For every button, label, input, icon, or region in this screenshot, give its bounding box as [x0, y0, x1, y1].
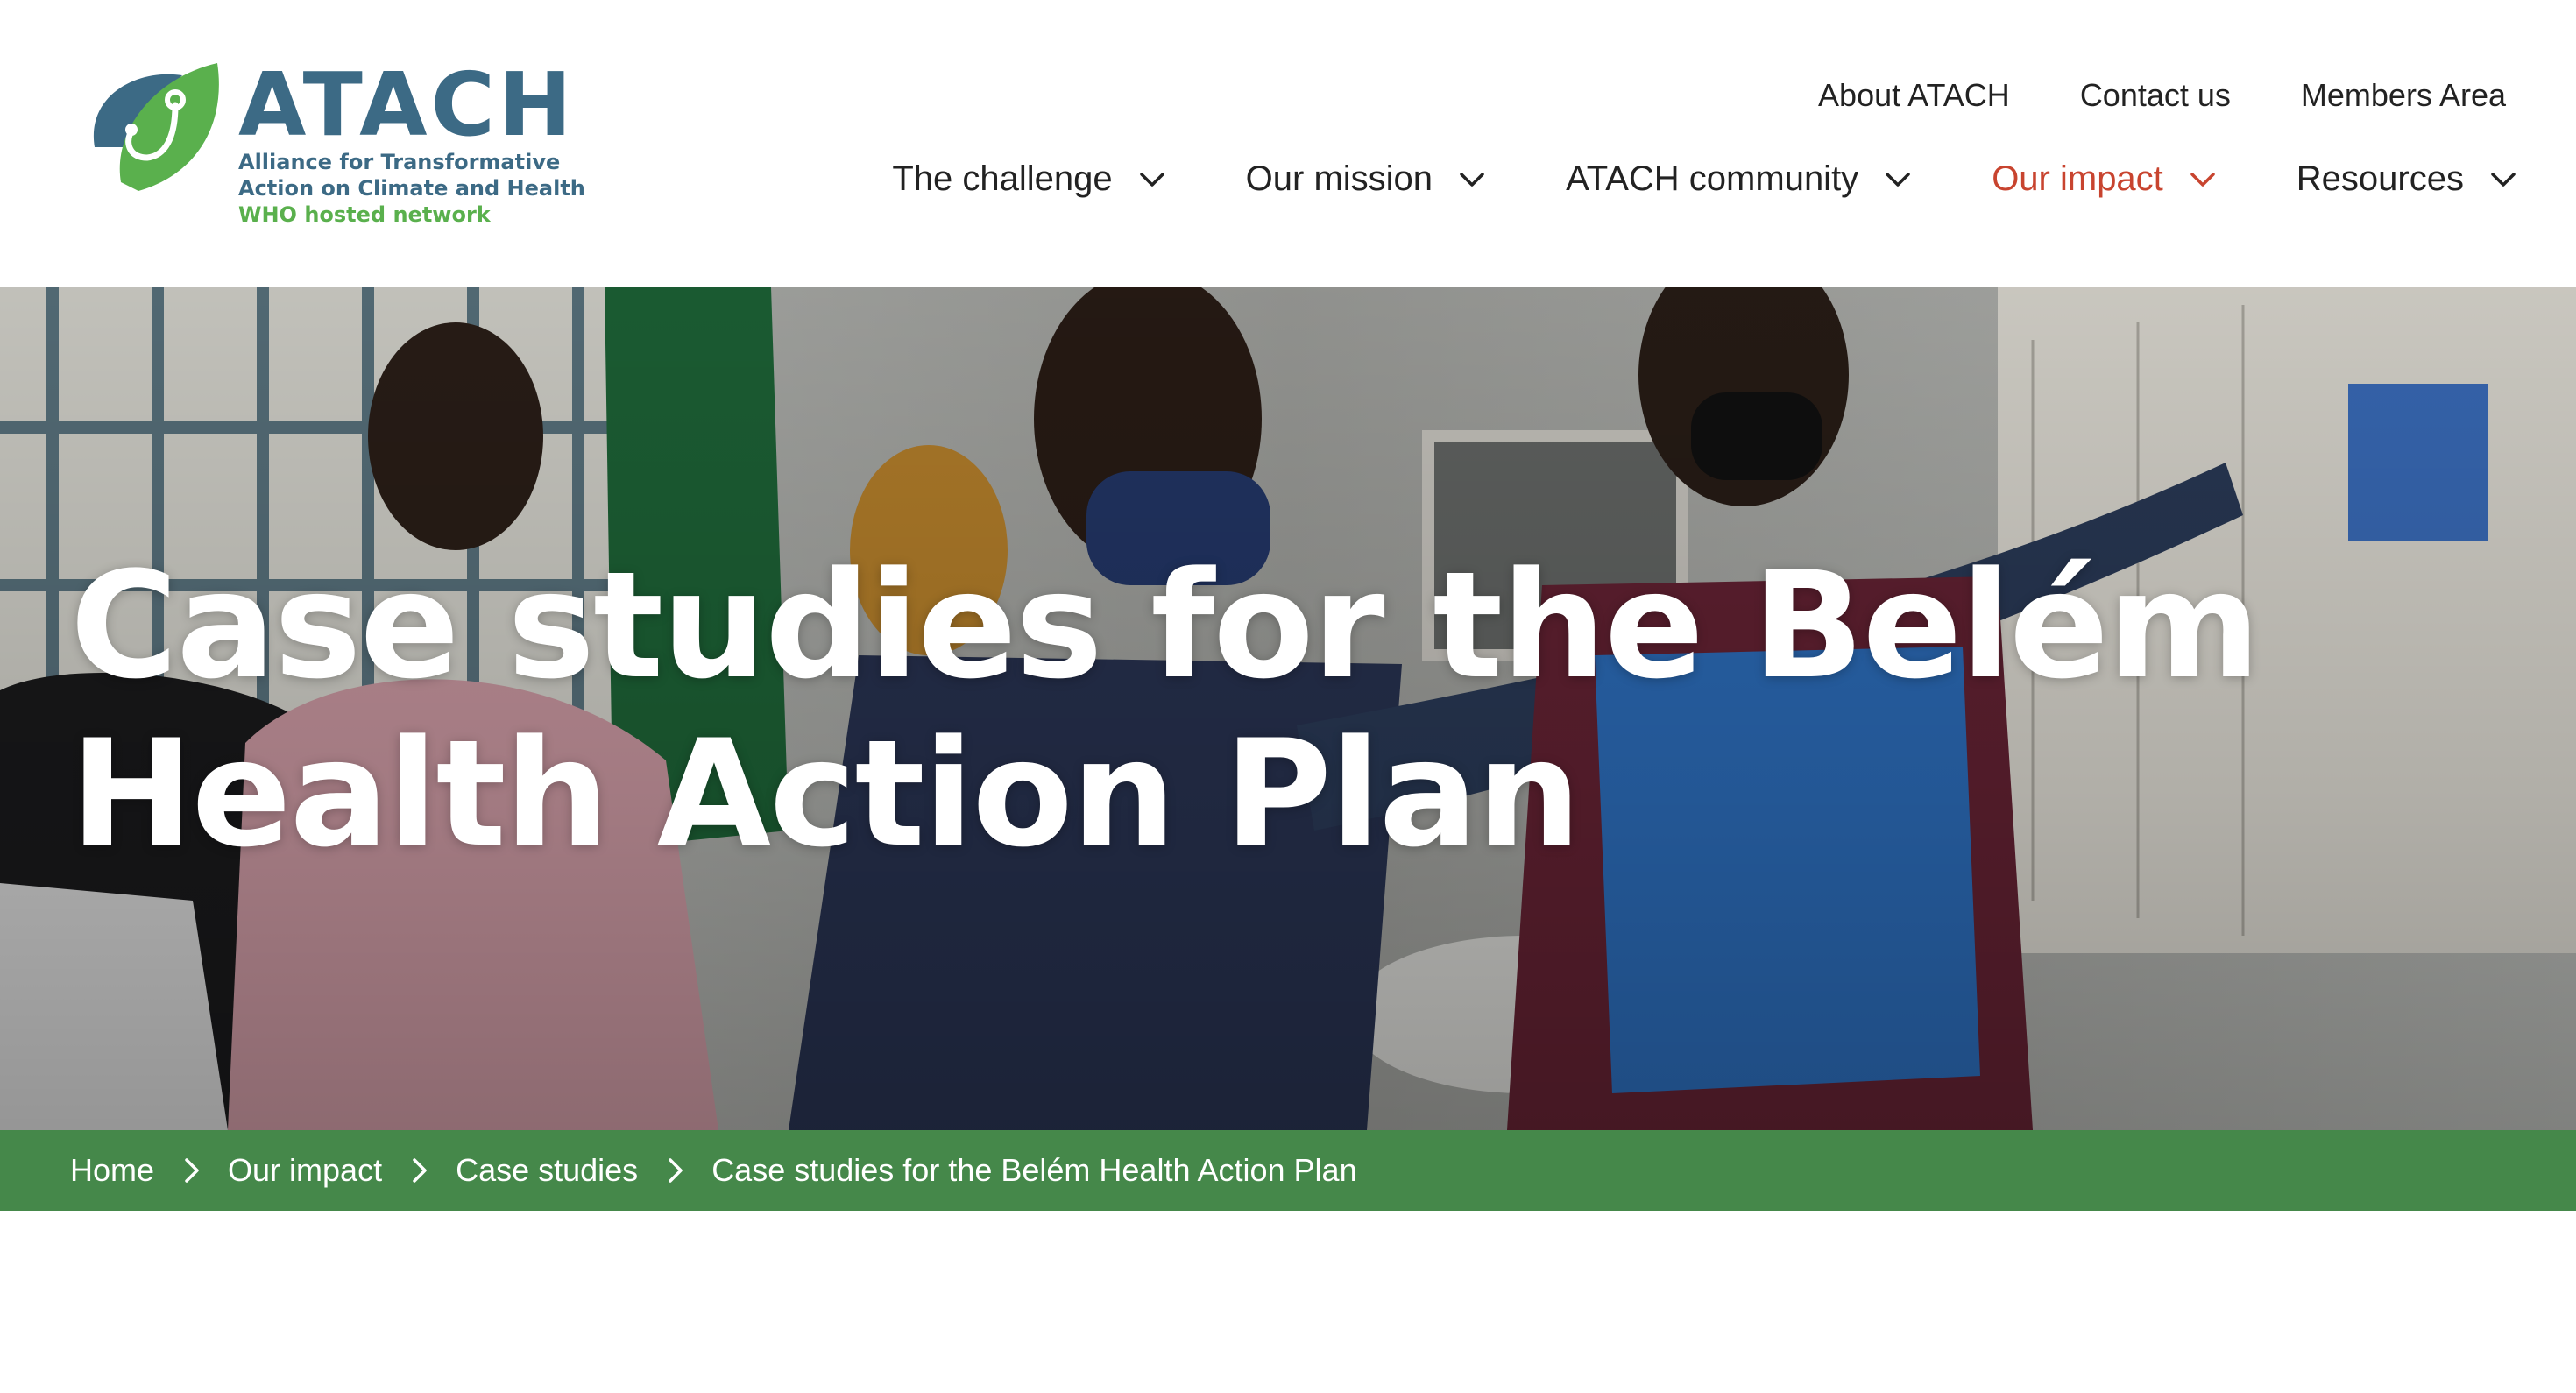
chevron-down-icon	[1139, 172, 1164, 187]
nav-item-label: Our impact	[1992, 159, 2163, 198]
chevron-down-icon	[1886, 172, 1910, 187]
chevron-down-icon	[2190, 172, 2215, 187]
site-header: ATACH Alliance for Transformative Action…	[0, 0, 2576, 287]
top-link-contact[interactable]: Contact us	[2080, 77, 2231, 114]
nav-item-label: ATACH community	[1566, 159, 1859, 198]
top-link-about[interactable]: About ATACH	[1818, 77, 2010, 114]
chevron-right-icon	[413, 1158, 427, 1183]
nav-item-label: Resources	[2296, 159, 2464, 198]
nav-item-community[interactable]: ATACH community	[1566, 159, 1911, 199]
chevron-right-icon	[669, 1158, 683, 1183]
logo-tagline-who: WHO hosted network	[238, 202, 491, 227]
hero-banner: Case studies for the Belém Health Action…	[0, 287, 2576, 1130]
nav-item-label: Our mission	[1245, 159, 1433, 198]
logo-tagline: Alliance for Transformative	[238, 150, 561, 174]
chevron-down-icon	[1460, 172, 1484, 187]
breadcrumb-case-studies[interactable]: Case studies	[456, 1152, 638, 1189]
chevron-down-icon	[2491, 172, 2516, 187]
breadcrumb: Home Our impact Case studies Case studie…	[0, 1130, 2576, 1211]
logo-wordmark: ATACH	[238, 53, 576, 156]
top-link-members[interactable]: Members Area	[2301, 77, 2506, 114]
chevron-right-icon	[185, 1158, 199, 1183]
atach-logo[interactable]: ATACH Alliance for Transformative Action…	[77, 60, 585, 227]
nav-item-challenge[interactable]: The challenge	[892, 159, 1164, 199]
nav-item-resources[interactable]: Resources	[2296, 159, 2516, 199]
breadcrumb-current: Case studies for the Belém Health Action…	[711, 1152, 1357, 1188]
nav-item-impact[interactable]: Our impact	[1992, 159, 2216, 199]
breadcrumb-our-impact[interactable]: Our impact	[228, 1152, 382, 1189]
breadcrumb-home[interactable]: Home	[70, 1152, 154, 1189]
nav-item-mission[interactable]: Our mission	[1246, 159, 1485, 199]
page-title: Case studies for the Belém Health Action…	[70, 540, 2261, 880]
utility-nav: About ATACH Contact us Members Area	[1818, 77, 2506, 114]
main-nav: The challenge Our mission ATACH communit…	[892, 159, 2516, 199]
logo-tagline: Action on Climate and Health	[238, 176, 585, 201]
nav-item-label: The challenge	[892, 159, 1113, 198]
leaf-stethoscope-icon	[93, 63, 219, 191]
